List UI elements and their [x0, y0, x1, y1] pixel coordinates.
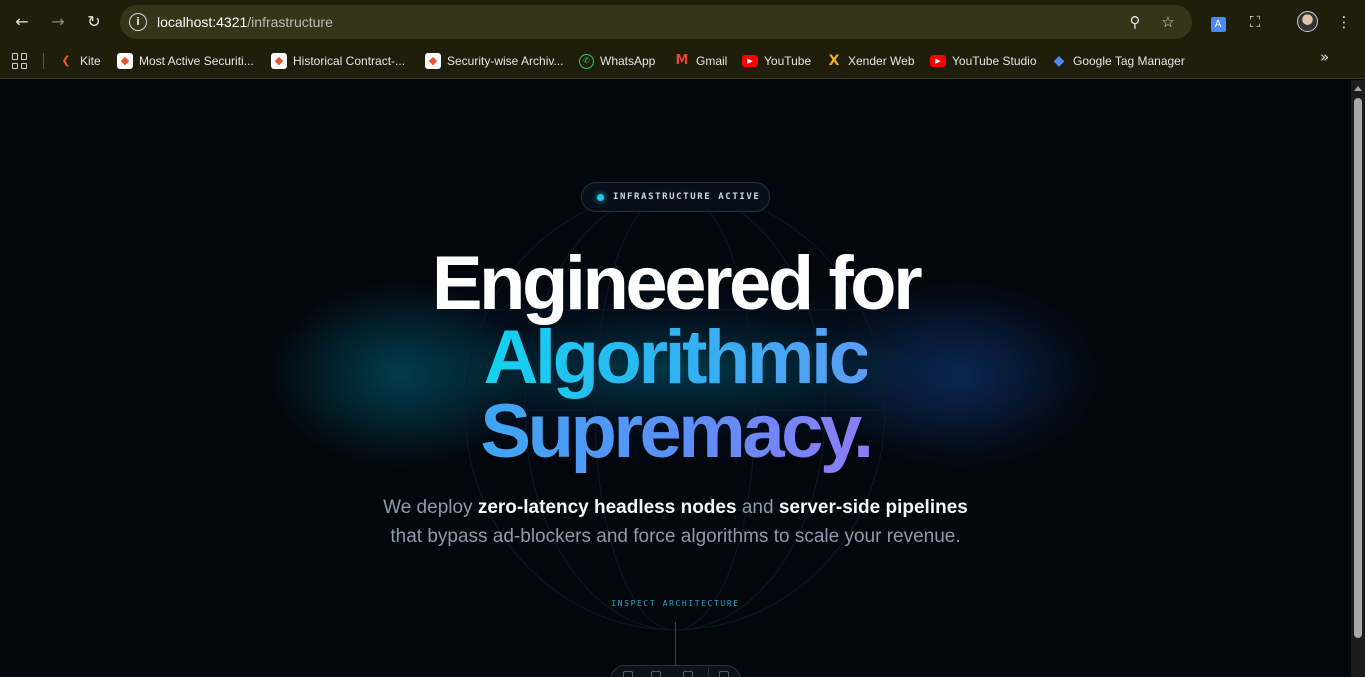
- extensions-puzzle-icon[interactable]: ⛶: [1244, 11, 1266, 33]
- hero-title-gradient-2: Supremacy.: [480, 389, 874, 474]
- bottom-dock[interactable]: [610, 665, 741, 677]
- scroll-indicator-line: [675, 622, 676, 666]
- bookmark-label: YouTube Studio: [952, 54, 1037, 68]
- url-path: /infrastructure: [247, 14, 333, 30]
- status-badge: INFRASTRUCTURE ACTIVE: [581, 182, 770, 212]
- bookmarks-divider: [43, 53, 44, 69]
- bookmark-youtube[interactable]: ▶ YouTube: [742, 51, 811, 71]
- menu-kebab-icon[interactable]: ⋮: [1333, 11, 1355, 33]
- bookmark-label: Kite: [80, 54, 101, 68]
- inspect-architecture-link[interactable]: INSPECT ARCHITECTURE: [0, 599, 1351, 608]
- bookmark-xender[interactable]: X Xender Web: [826, 51, 915, 71]
- hero-subtitle-line1: We deploy zero-latency headless nodes an…: [0, 497, 1351, 519]
- forward-arrow-icon[interactable]: →: [47, 11, 69, 33]
- site-info-icon[interactable]: i: [129, 13, 147, 31]
- apps-grid-icon[interactable]: [12, 53, 28, 69]
- back-arrow-icon[interactable]: ←: [11, 11, 33, 33]
- dock-icon[interactable]: [683, 671, 693, 677]
- bookmark-youtube-studio[interactable]: ▶ YouTube Studio: [930, 51, 1037, 71]
- subtitle-emphasis: server-side pipelines: [778, 497, 968, 518]
- bookmark-star-icon[interactable]: ☆: [1157, 11, 1179, 33]
- bookmark-most-active[interactable]: ◆ Most Active Securiti...: [117, 51, 254, 71]
- url-text[interactable]: localhost:4321/infrastructure: [157, 14, 333, 30]
- bookmark-label: WhatsApp: [600, 54, 656, 68]
- dock-icon[interactable]: [651, 671, 661, 677]
- bookmark-kite[interactable]: ❮ Kite: [58, 51, 101, 71]
- tag-manager-icon: ◆: [1053, 53, 1065, 69]
- bookmark-label: YouTube: [764, 54, 812, 68]
- subtitle-text: and: [736, 497, 779, 518]
- bookmark-label: Security-wise Archiv...: [447, 54, 564, 68]
- subtitle-text: We deploy: [383, 497, 478, 518]
- scroll-up-arrow-icon[interactable]: [1354, 86, 1362, 91]
- nse-icon: ◆: [271, 53, 287, 69]
- youtube-icon: ▶: [742, 55, 758, 67]
- bookmarks-bar: ❮ Kite ◆ Most Active Securiti... ◆ Histo…: [0, 43, 1365, 79]
- dock-icon[interactable]: [719, 671, 729, 677]
- address-bar[interactable]: i localhost:4321/infrastructure ⚲ ☆: [120, 5, 1192, 39]
- xender-icon: X: [828, 53, 840, 69]
- page-viewport: INFRASTRUCTURE ACTIVE Engineered for Alg…: [0, 80, 1351, 677]
- bookmark-label: Xender Web: [848, 54, 915, 68]
- translate-extension-icon[interactable]: A: [1207, 11, 1229, 33]
- status-dot-icon: [597, 193, 604, 201]
- kite-icon: ❮: [61, 54, 71, 67]
- zoom-icon[interactable]: ⚲: [1124, 11, 1146, 33]
- bookmark-label: Most Active Securiti...: [139, 54, 254, 68]
- hero-title-line3: Supremacy.: [0, 388, 1351, 475]
- bookmark-tag-manager[interactable]: ◆ Google Tag Manager: [1051, 51, 1185, 71]
- bookmark-security-wise[interactable]: ◆ Security-wise Archiv...: [425, 51, 563, 71]
- gmail-icon: M: [675, 53, 689, 68]
- browser-toolbar: ← → ↻ i localhost:4321/infrastructure ⚲ …: [0, 0, 1365, 43]
- profile-avatar[interactable]: [1297, 11, 1318, 32]
- hero-subtitle-line2: that bypass ad-blockers and force algori…: [390, 526, 961, 547]
- bookmark-label: Historical Contract-...: [293, 54, 406, 68]
- bookmarks-overflow-chevron-icon[interactable]: »: [1320, 48, 1329, 66]
- bookmark-label: Google Tag Manager: [1073, 54, 1185, 68]
- nse-icon: ◆: [117, 53, 133, 69]
- bookmark-whatsapp[interactable]: ✆ WhatsApp: [579, 51, 655, 71]
- reload-icon[interactable]: ↻: [83, 11, 105, 33]
- nse-icon: ◆: [425, 53, 441, 69]
- whatsapp-icon: ✆: [579, 53, 594, 69]
- subtitle-emphasis: zero-latency headless nodes: [477, 497, 737, 518]
- dock-icon[interactable]: [623, 671, 633, 677]
- dock-divider: [708, 668, 709, 677]
- youtube-studio-icon: ▶: [930, 55, 946, 67]
- scrollbar-thumb[interactable]: [1354, 98, 1362, 638]
- bookmark-gmail[interactable]: M Gmail: [674, 51, 728, 71]
- bookmark-label: Gmail: [696, 54, 728, 68]
- page-scrollbar[interactable]: [1351, 80, 1365, 677]
- status-badge-label: INFRASTRUCTURE ACTIVE: [613, 192, 761, 202]
- bookmark-historical-contract[interactable]: ◆ Historical Contract-...: [271, 51, 405, 71]
- url-host: localhost:4321: [157, 14, 248, 30]
